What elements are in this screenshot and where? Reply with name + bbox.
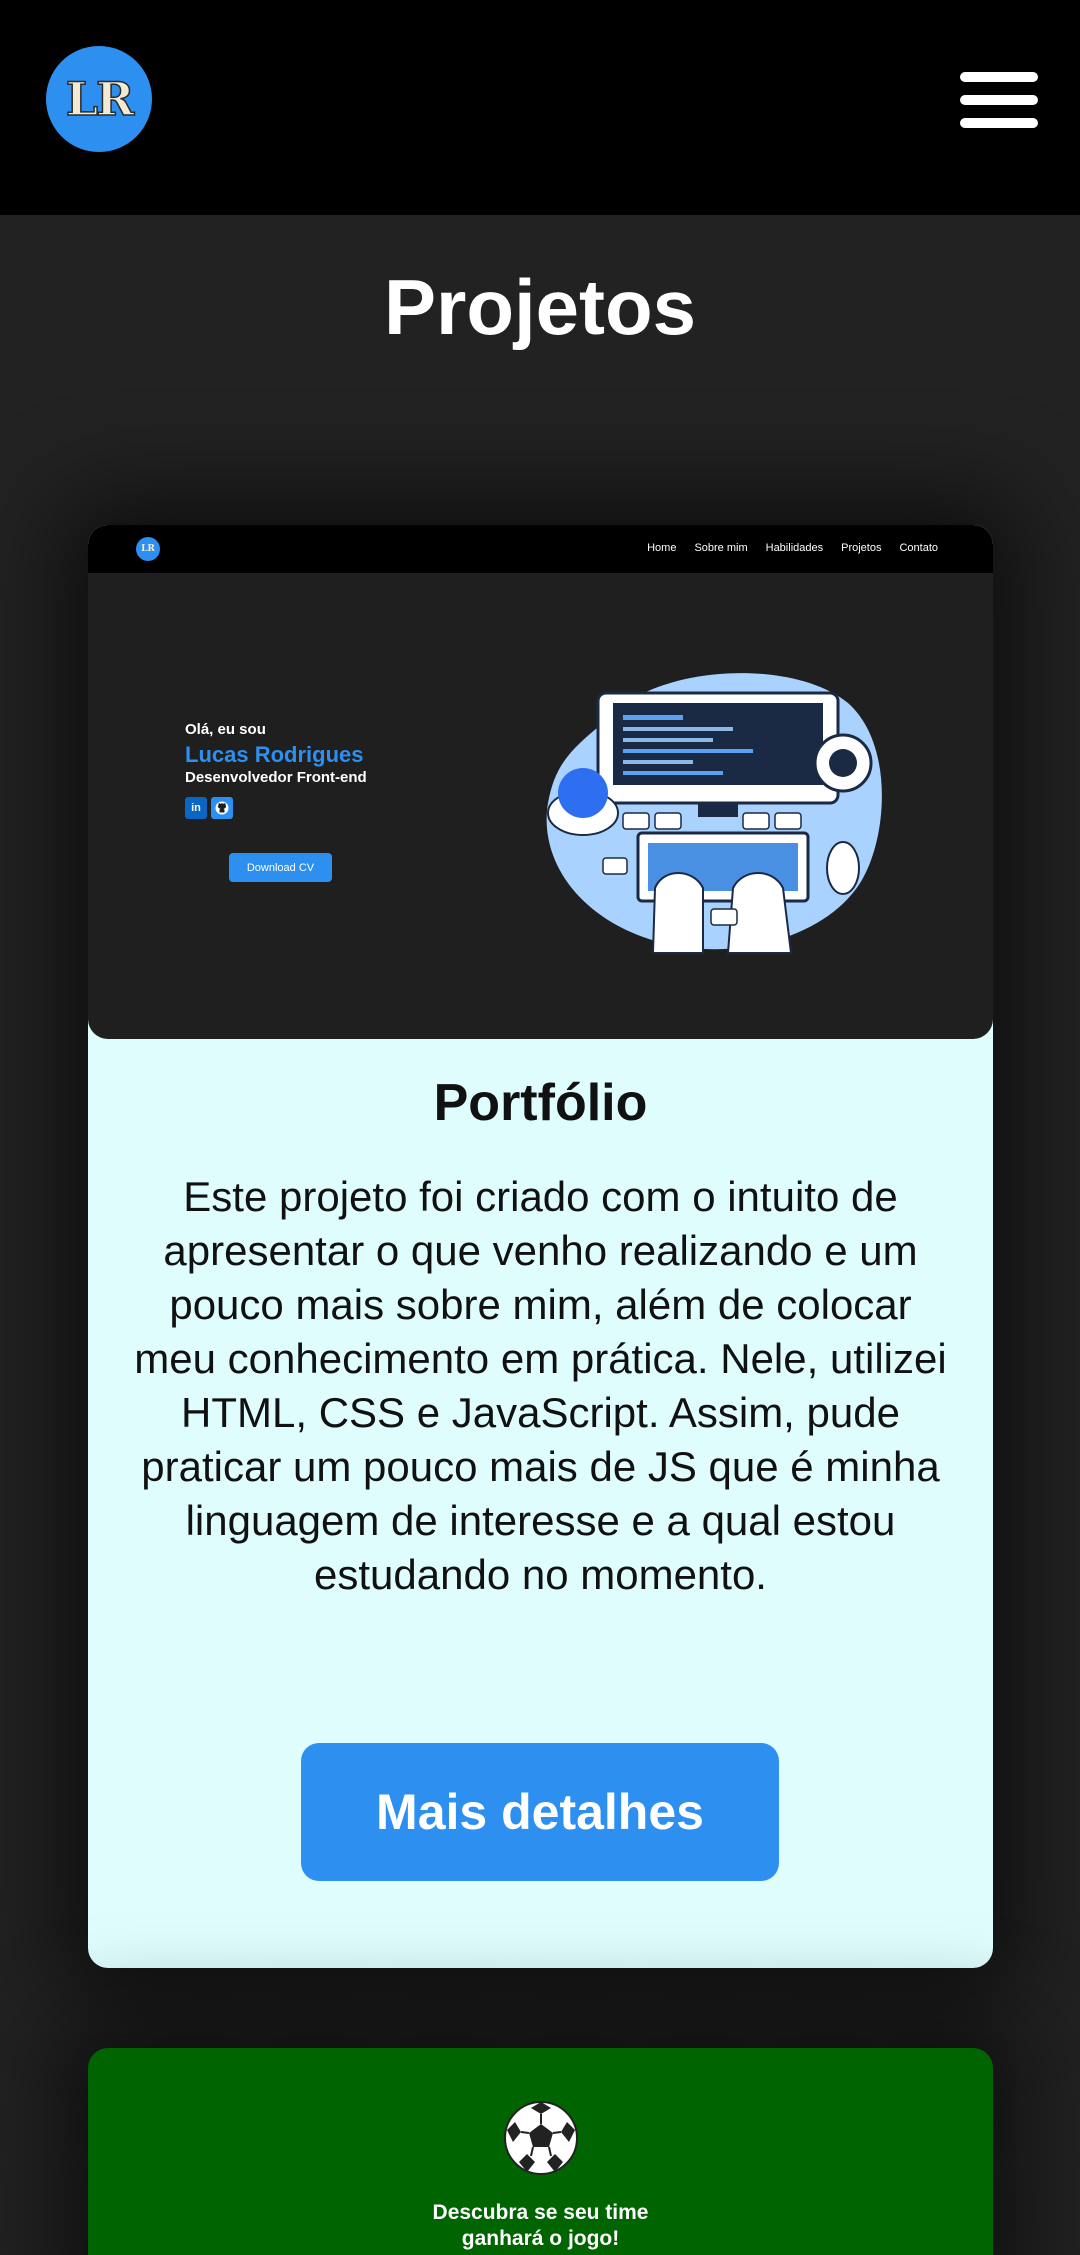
- project-description: Este projeto foi criado com o intuito de…: [134, 1173, 947, 1598]
- github-icon: [211, 797, 233, 819]
- menu-bar: [960, 95, 1038, 105]
- menu-bar: [960, 118, 1038, 128]
- project-preview-text: Descubra se seu time ganhará o jogo!: [88, 2200, 993, 2252]
- screenshot-nav-link: Home: [647, 542, 677, 554]
- site-logo[interactable]: LR: [46, 46, 152, 152]
- project-card-portfolio: LR Home Sobre mim Habilidades Projetos C…: [88, 525, 993, 1968]
- screenshot-role: Desenvolvedor Front-end: [185, 769, 367, 786]
- screenshot-nav-link: Contato: [899, 542, 938, 554]
- screenshot-nav-link: Habilidades: [765, 542, 824, 554]
- preview-text-line: ganhará o jogo!: [461, 2227, 620, 2250]
- screenshot-nav-link: Sobre mim: [694, 542, 748, 554]
- screenshot-greeting: Olá, eu sou: [185, 721, 266, 738]
- project-title: Portfólio: [433, 1074, 648, 1132]
- hamburger-menu-icon[interactable]: [960, 70, 1038, 130]
- menu-bar: [960, 72, 1038, 82]
- developer-illustration: [546, 673, 882, 954]
- top-navbar: LR: [0, 0, 1080, 215]
- more-details-button[interactable]: Mais detalhes: [301, 1743, 779, 1881]
- screenshot-nav-link: Projetos: [841, 542, 882, 554]
- screenshot-logo: LR: [136, 537, 160, 561]
- screenshot-social-links: in: [185, 797, 233, 819]
- screenshot-download-cv-button: Download CV: [229, 853, 332, 882]
- screenshot-navbar: LR Home Sobre mim Habilidades Projetos C…: [88, 525, 993, 573]
- screenshot-nav-links: Home Sobre mim Habilidades Projetos Cont…: [647, 542, 938, 554]
- soccer-ball-icon: [504, 2101, 578, 2175]
- project-screenshot: LR Home Sobre mim Habilidades Projetos C…: [88, 525, 993, 1039]
- screenshot-name: Lucas Rodrigues: [185, 742, 364, 767]
- logo-text: LR: [65, 71, 135, 127]
- linkedin-icon: in: [185, 797, 207, 819]
- preview-text-line: Descubra se seu time: [432, 2201, 649, 2224]
- page-title: Projetos: [383, 263, 697, 351]
- project-card-soccer: Descubra se seu time ganhará o jogo!: [88, 2048, 993, 2255]
